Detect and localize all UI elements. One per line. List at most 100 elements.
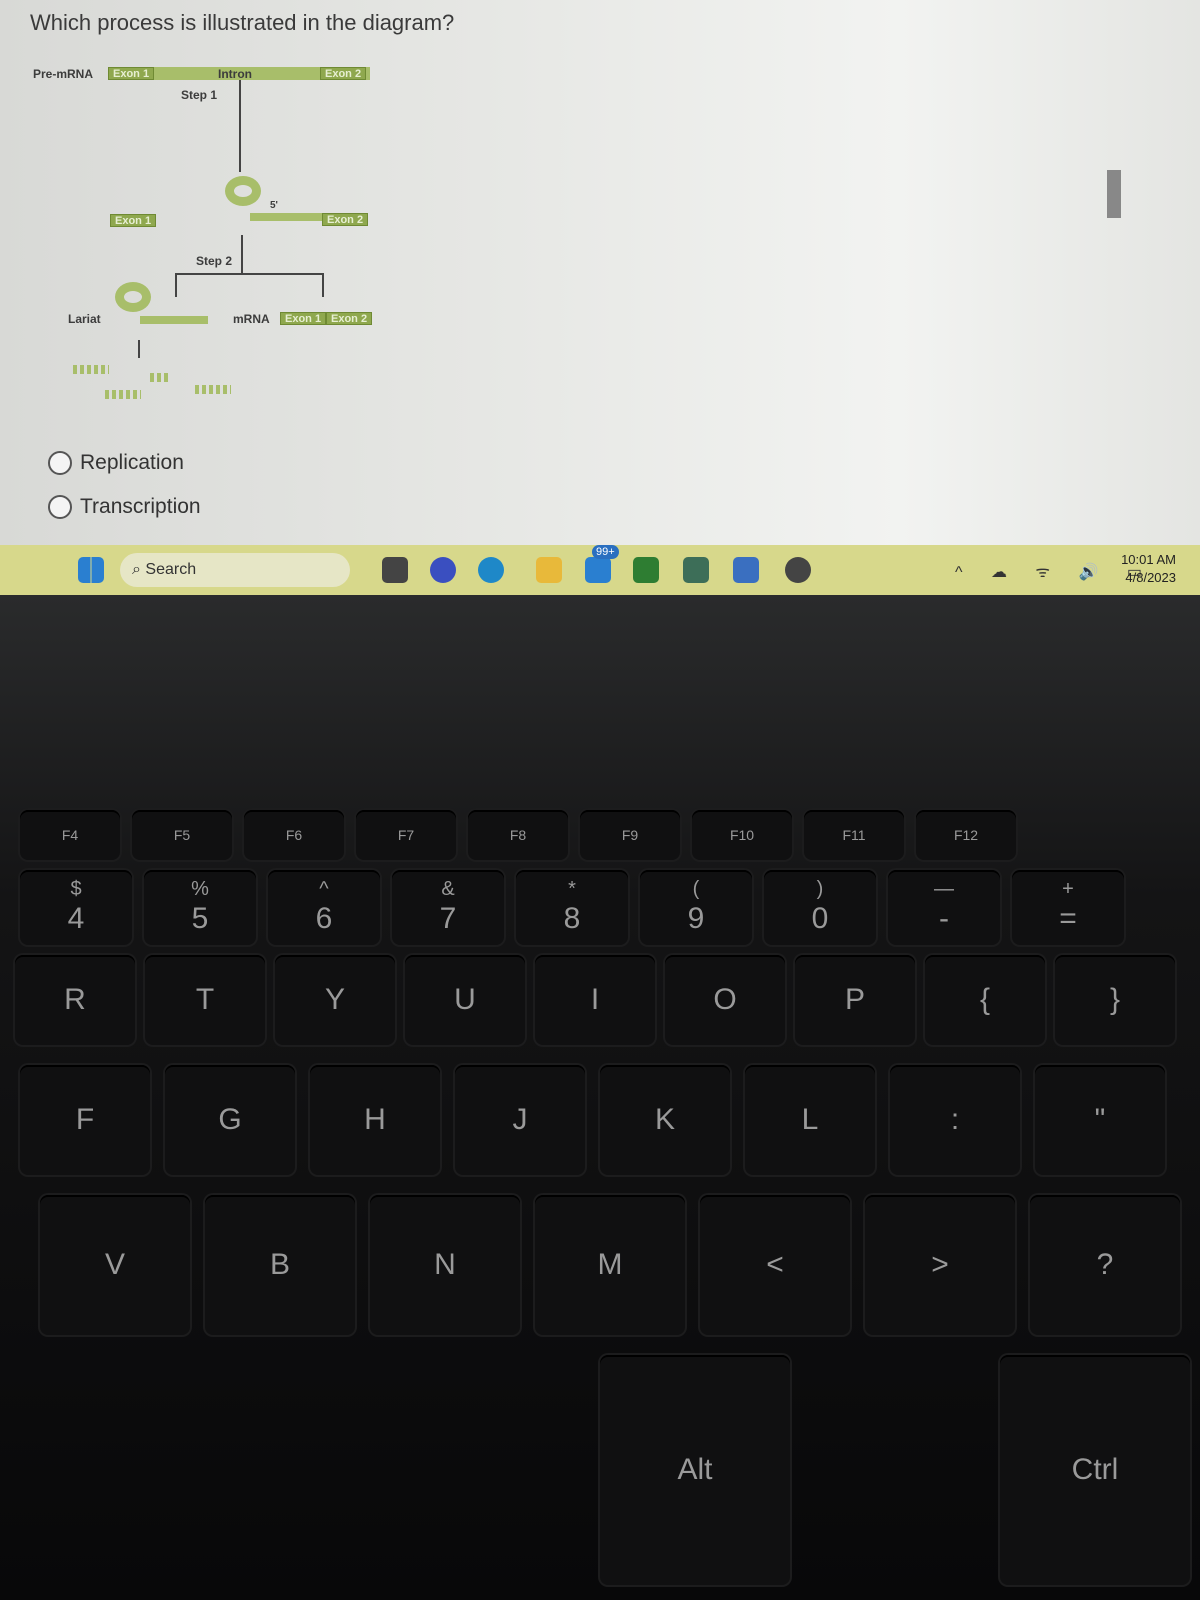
key-label: ? bbox=[1096, 1248, 1114, 1281]
key-N[interactable]: N bbox=[370, 1195, 520, 1335]
key-F12[interactable]: F12 bbox=[916, 810, 1016, 860]
key-F6[interactable]: F6 bbox=[244, 810, 344, 860]
key-"[interactable]: " bbox=[1035, 1065, 1165, 1175]
store-icon[interactable] bbox=[733, 557, 759, 583]
clock[interactable]: 10:01 AM 4/8/2023 bbox=[1121, 551, 1176, 587]
key-shift-label: ^ bbox=[319, 877, 329, 900]
radio-transcription[interactable] bbox=[48, 495, 72, 519]
key-label: Y bbox=[324, 983, 346, 1016]
key-K[interactable]: K bbox=[600, 1065, 730, 1175]
key-label: R bbox=[64, 983, 86, 1016]
key-5[interactable]: % 5 bbox=[144, 870, 256, 945]
key-J[interactable]: J bbox=[455, 1065, 585, 1175]
file-explorer-icon[interactable] bbox=[536, 557, 562, 583]
key-H[interactable]: H bbox=[310, 1065, 440, 1175]
key-<[interactable]: < bbox=[700, 1195, 850, 1335]
key-P[interactable]: P bbox=[795, 955, 915, 1045]
key-label: F9 bbox=[621, 827, 639, 843]
mrna-exon1: Exon 1 bbox=[280, 312, 327, 325]
key-R[interactable]: R bbox=[15, 955, 135, 1045]
exon1-box: Exon 1 bbox=[108, 67, 155, 80]
mail-icon[interactable] bbox=[585, 557, 611, 583]
key-label: 7 bbox=[439, 901, 457, 935]
key-label: 5 bbox=[191, 901, 209, 935]
key-7[interactable]: & 7 bbox=[392, 870, 504, 945]
key-label: B bbox=[269, 1248, 291, 1281]
key--[interactable]: — - bbox=[888, 870, 1000, 945]
key-F7[interactable]: F7 bbox=[356, 810, 456, 860]
taskbar: ⌕ Search 99+ ^ ☁ ᯤ 🔊 ▭ 10:01 AM 4/8/2023 bbox=[0, 545, 1200, 595]
key-label: > bbox=[931, 1248, 949, 1281]
key-M[interactable]: M bbox=[535, 1195, 685, 1335]
key-shift-label: ( bbox=[692, 877, 700, 900]
key-T[interactable]: T bbox=[145, 955, 265, 1045]
key-label: H bbox=[364, 1103, 386, 1136]
key-label: F8 bbox=[509, 827, 527, 843]
key-F11[interactable]: F11 bbox=[804, 810, 904, 860]
key-label: L bbox=[801, 1103, 819, 1136]
key-label: F bbox=[75, 1103, 95, 1136]
key-I[interactable]: I bbox=[535, 955, 655, 1045]
key-label: M bbox=[597, 1248, 623, 1281]
key-9[interactable]: (9 bbox=[640, 870, 752, 945]
key-label: F5 bbox=[173, 827, 191, 843]
windows-start-icon[interactable] bbox=[78, 557, 104, 583]
key-shift-label: & bbox=[441, 877, 455, 900]
game-icon[interactable] bbox=[683, 557, 709, 583]
key-label: F6 bbox=[285, 827, 303, 843]
key-G[interactable]: G bbox=[165, 1065, 295, 1175]
key-label: V bbox=[104, 1248, 126, 1281]
key-shift-label: $ bbox=[70, 877, 82, 900]
key-F10[interactable]: F10 bbox=[692, 810, 792, 860]
radio-replication[interactable] bbox=[48, 451, 72, 475]
key-}[interactable]: } bbox=[1055, 955, 1175, 1045]
key-0[interactable]: ) 0 bbox=[764, 870, 876, 945]
key-:[interactable]: : bbox=[890, 1065, 1020, 1175]
option-transcription[interactable]: Transcription bbox=[48, 495, 201, 519]
key-label: Ctrl bbox=[1071, 1453, 1119, 1486]
key-F8[interactable]: F8 bbox=[468, 810, 568, 860]
key-label: F4 bbox=[61, 827, 79, 843]
edge-icon[interactable] bbox=[478, 557, 504, 583]
scrollbar[interactable] bbox=[1107, 170, 1121, 218]
key-L[interactable]: L bbox=[745, 1065, 875, 1175]
key-Alt[interactable]: Alt bbox=[600, 1355, 790, 1585]
key-Y[interactable]: Y bbox=[275, 955, 395, 1045]
option-label: Replication bbox=[80, 451, 184, 474]
key-Ctrl[interactable]: Ctrl bbox=[1000, 1355, 1190, 1585]
task-view-icon[interactable] bbox=[382, 557, 408, 583]
key-label: Alt bbox=[677, 1453, 713, 1486]
question-text: Which process is illustrated in the diag… bbox=[30, 10, 455, 35]
solitaire-icon[interactable] bbox=[633, 557, 659, 583]
key-B[interactable]: B bbox=[205, 1195, 355, 1335]
key-label: : bbox=[950, 1103, 960, 1136]
key-F[interactable]: F bbox=[20, 1065, 150, 1175]
key-shift-label: ) bbox=[816, 877, 824, 900]
key-F5[interactable]: F5 bbox=[132, 810, 232, 860]
option-label: Transcription bbox=[80, 495, 201, 518]
key-F4[interactable]: F4 bbox=[20, 810, 120, 860]
key-V[interactable]: V bbox=[40, 1195, 190, 1335]
search-box[interactable]: ⌕ Search bbox=[120, 553, 350, 587]
key-label: U bbox=[454, 983, 476, 1016]
meet-icon[interactable] bbox=[430, 557, 456, 583]
key-label: J bbox=[512, 1103, 528, 1136]
media-player-icon[interactable] bbox=[785, 557, 811, 583]
key-F9[interactable]: F9 bbox=[580, 810, 680, 860]
lariat-label: Lariat bbox=[68, 312, 101, 326]
key-{[interactable]: { bbox=[925, 955, 1045, 1045]
key-U[interactable]: U bbox=[405, 955, 525, 1045]
key-4[interactable]: $4 bbox=[20, 870, 132, 945]
mail-badge: 99+ bbox=[592, 545, 619, 559]
key-8[interactable]: * 8 bbox=[516, 870, 628, 945]
time: 10:01 AM bbox=[1121, 552, 1176, 567]
key-O[interactable]: O bbox=[665, 955, 785, 1045]
key-label: - bbox=[939, 901, 949, 935]
key-label: N bbox=[434, 1248, 456, 1281]
key-label: K bbox=[654, 1103, 676, 1136]
key-=[interactable]: + = bbox=[1012, 870, 1124, 945]
key-6[interactable]: ^ 6 bbox=[268, 870, 380, 945]
key-?[interactable]: ? bbox=[1030, 1195, 1180, 1335]
key->[interactable]: > bbox=[865, 1195, 1015, 1335]
option-replication[interactable]: Replication bbox=[48, 451, 184, 475]
